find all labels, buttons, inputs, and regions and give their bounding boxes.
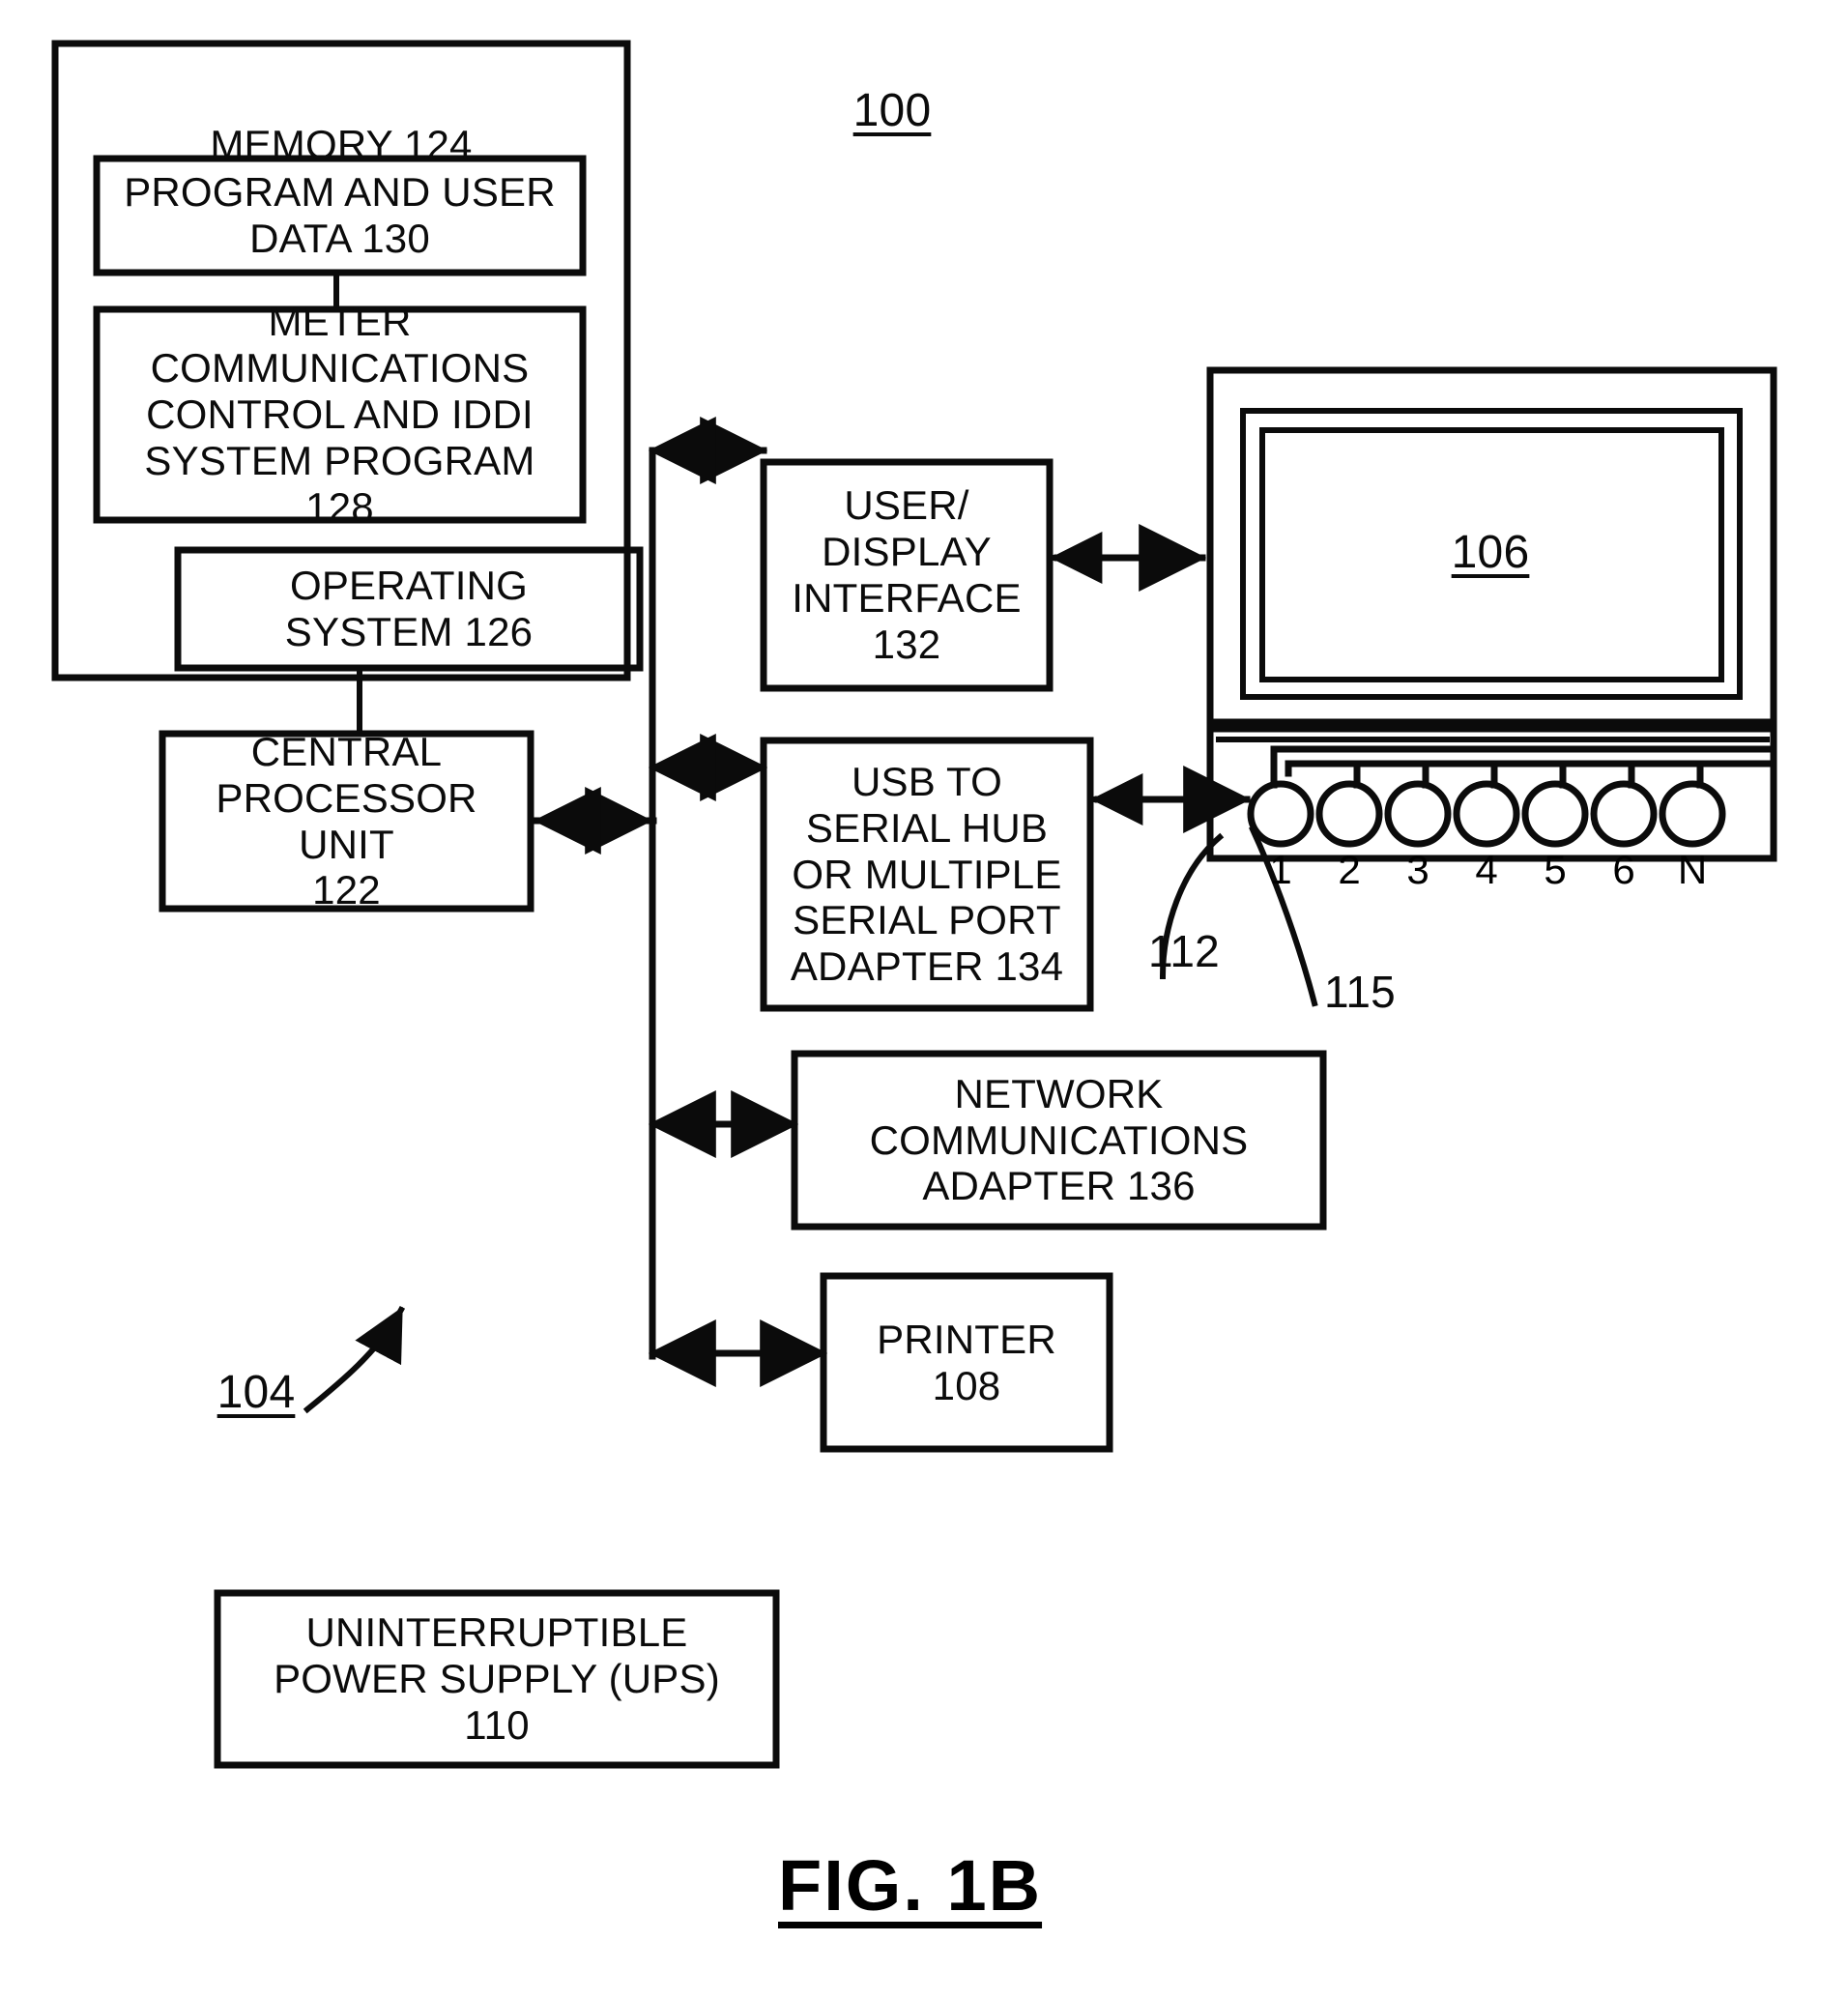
- monitor-reference-106: 106: [1451, 527, 1530, 578]
- port-label-4: 4: [1475, 847, 1498, 892]
- program-and-user-data-block: PROGRAM AND USER DATA 130: [124, 169, 556, 261]
- meter-communications-program-block: METER COMMUNICATIONS CONTROL AND IDDI SY…: [144, 299, 535, 530]
- figure-caption: FIG. 1B: [778, 1845, 1043, 1926]
- port-label-1: 1: [1269, 847, 1292, 892]
- central-processor-unit-block: CENTRAL PROCESSOR UNIT 122: [216, 728, 477, 913]
- network-communications-adapter-block: NETWORK COMMUNICATIONS ADAPTER 136: [869, 1070, 1249, 1209]
- port-label-6: 6: [1612, 847, 1635, 892]
- operating-system-block: OPERATING SYSTEM 126: [284, 563, 534, 654]
- usb-to-serial-hub-block: USB TO SERIAL HUB OR MULTIPLE SERIAL POR…: [790, 758, 1064, 990]
- computer-reference-104: 104: [217, 1367, 296, 1418]
- uninterruptible-power-supply-block: UNINTERRUPTIBLE POWER SUPPLY (UPS) 110: [274, 1609, 720, 1748]
- port-connector-reference-112: 112: [1148, 926, 1220, 976]
- port-label-n: N: [1677, 847, 1708, 892]
- user-display-interface-block: USER/ DISPLAY INTERFACE 132: [792, 482, 1022, 667]
- port-label-3: 3: [1406, 847, 1429, 892]
- port-label-5: 5: [1544, 847, 1567, 892]
- system-reference-100: 100: [852, 85, 932, 136]
- printer-block: PRINTER 108: [877, 1316, 1056, 1408]
- port-arrow-reference-115: 115: [1324, 967, 1396, 1017]
- port-label-2: 2: [1338, 847, 1361, 892]
- patent-figure-page: 100 MEMORY 124 PROGRAM AND USER DATA 130…: [0, 0, 1848, 1999]
